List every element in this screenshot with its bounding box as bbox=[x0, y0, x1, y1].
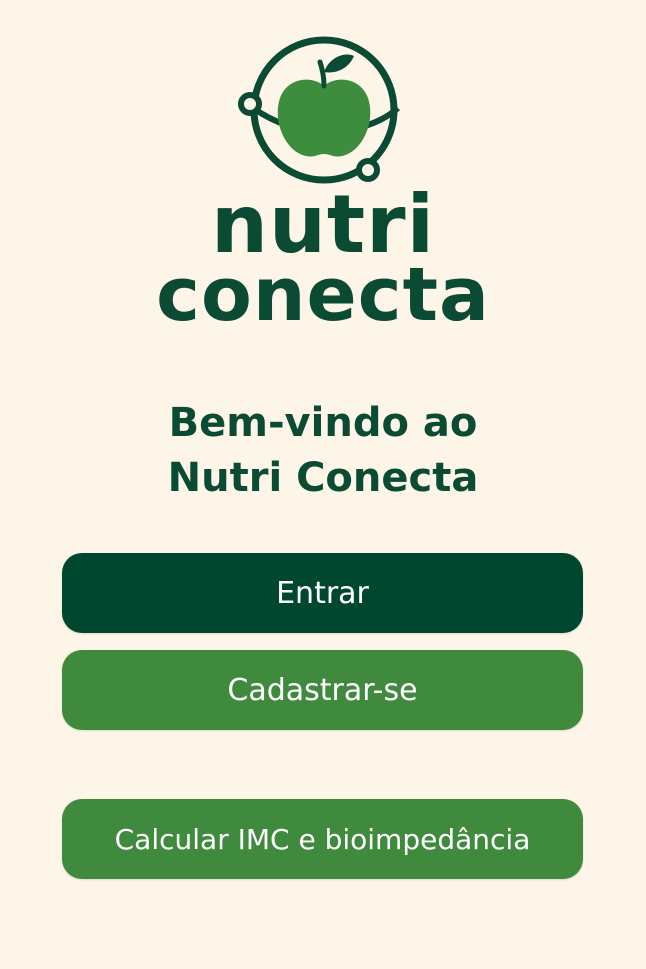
signup-button-label: Cadastrar-se bbox=[227, 672, 418, 708]
calculate-imc-button[interactable]: Calcular IMC e bioimpedância bbox=[62, 799, 583, 879]
welcome-line2: Nutri Conecta bbox=[167, 455, 479, 501]
welcome-title: Bem-vindo ao Nutri Conecta bbox=[0, 396, 646, 506]
login-button[interactable]: Entrar bbox=[62, 553, 583, 633]
login-button-label: Entrar bbox=[276, 575, 369, 611]
welcome-line1: Bem-vindo ao bbox=[168, 400, 478, 446]
apple-orbit-icon bbox=[238, 36, 400, 184]
signup-button[interactable]: Cadastrar-se bbox=[62, 650, 583, 730]
calculate-imc-button-label: Calcular IMC e bioimpedância bbox=[114, 822, 531, 856]
brand-wordmark-line2: conecta bbox=[156, 252, 490, 338]
